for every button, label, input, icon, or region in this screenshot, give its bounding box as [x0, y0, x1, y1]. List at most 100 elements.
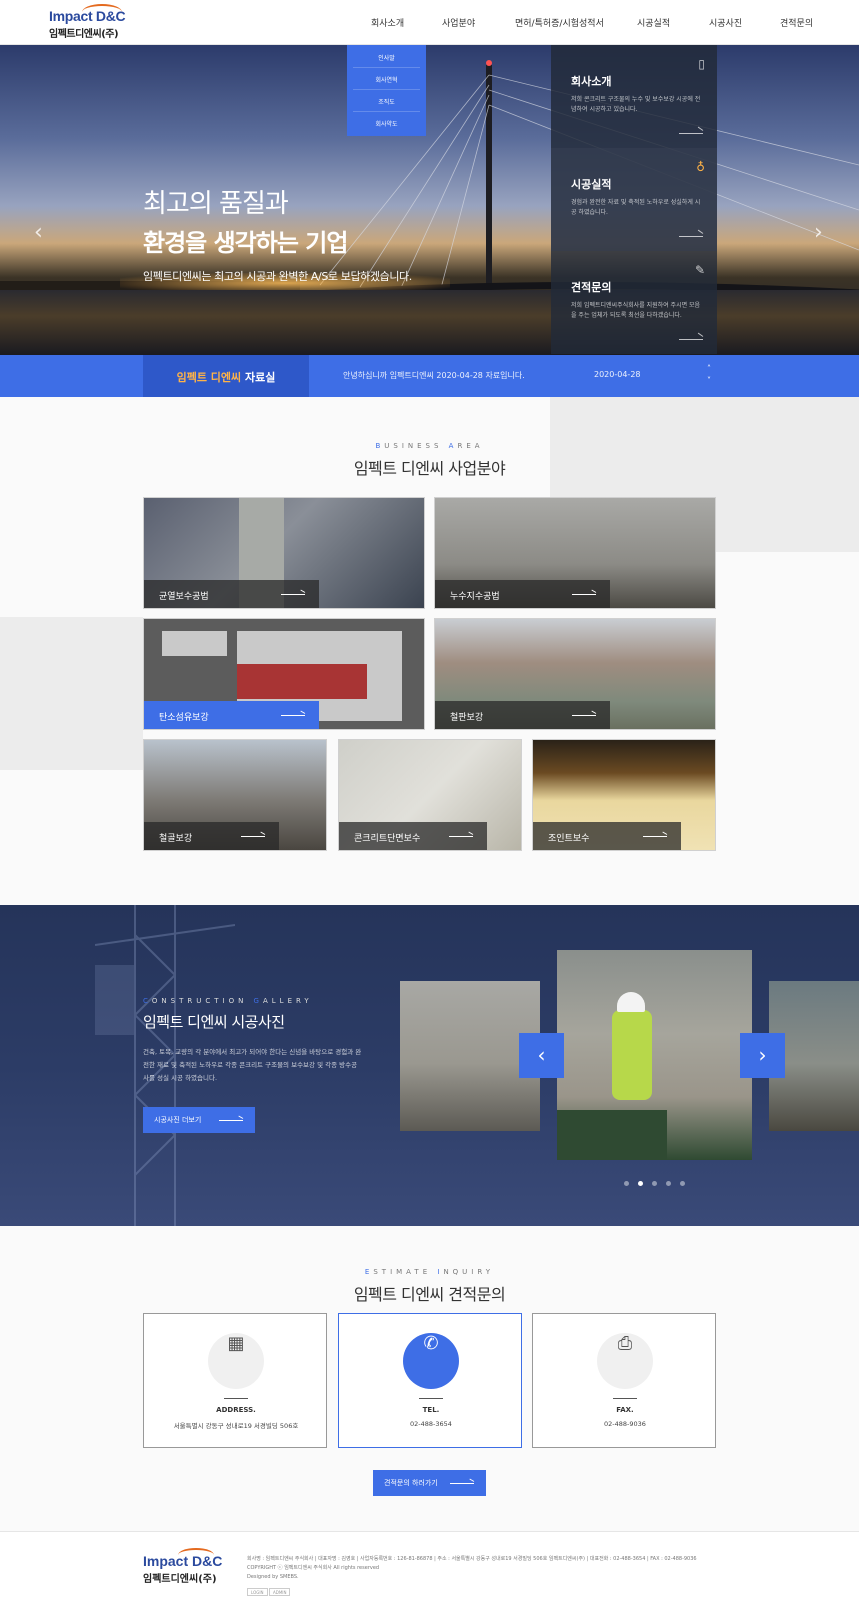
arrow-right-icon: [679, 339, 703, 340]
tile-carbon-fiber[interactable]: 탄소섬유보강: [143, 618, 425, 730]
card-label: FAX.: [616, 1406, 634, 1414]
notice-text[interactable]: 안녕하십니까 임펙트디엔씨 2020-04-28 자료입니다.: [343, 370, 525, 381]
tile-label: 탄소섬유보강: [144, 701, 319, 729]
login-link[interactable]: LOGIN: [247, 1588, 268, 1596]
tile-label: 균열보수공법: [144, 580, 319, 608]
hero-title-line1: 최고의 품질과: [143, 189, 289, 219]
nav-estimate[interactable]: 견적문의: [780, 16, 813, 29]
gallery-dot[interactable]: [624, 1181, 629, 1186]
tile-label: 콘크리트단면보수: [339, 822, 487, 850]
panel-desc: 저희 콘크리트 구조물의 누수 및 보수보강 시공에 전념하여 시공하고 있습니…: [571, 96, 701, 113]
gallery-dot[interactable]: [652, 1181, 657, 1186]
tile-text: 탄소섬유보강: [159, 713, 209, 723]
worker-helmet: [617, 992, 645, 1012]
arrow-right-icon: [572, 715, 596, 716]
footer-logo-korean: 임펙트디엔씨(주): [143, 1574, 217, 1585]
tile-text: 균열보수공법: [159, 592, 209, 602]
gallery-description: 건축, 토목, 교량의 각 분야에서 최고가 되어야 한다는 신념을 바탕으로 …: [143, 1048, 362, 1082]
gallery-next-arrow-icon[interactable]: ›: [740, 1033, 785, 1078]
tile-diagram-block: [162, 631, 227, 656]
panel-performance[interactable]: ♁ 시공실적 경험과 완전한 자료 및 축적된 노하우로 성실하게 시공 하였습…: [551, 148, 717, 251]
tile-label: 조인트보수: [533, 822, 681, 850]
gallery-dot-active[interactable]: [638, 1181, 643, 1186]
nav-license[interactable]: 면허/특허증/시험성적서: [515, 16, 604, 29]
gallery-eyebrow: CONSTRUCTION GALLERY: [143, 997, 313, 1005]
gallery-dot[interactable]: [666, 1181, 671, 1186]
logo-korean[interactable]: 임펙트디엔씨(주): [49, 25, 119, 40]
panel-title: 시공실적: [571, 178, 612, 191]
submenu-map[interactable]: 회사약도: [347, 119, 426, 128]
footer-copyright: COPYRIGHT ⓒ 임펙트디엔씨 주식회사 All rights reser…: [247, 1565, 380, 1571]
chevron-up-icon[interactable]: ˄: [707, 363, 711, 375]
fax-icon: ⎙: [597, 1333, 653, 1389]
section-title: 임펙트 디엔씨 사업분야: [353, 459, 506, 478]
notice-label[interactable]: 임펙트 디엔씨 자료실: [143, 369, 309, 385]
tile-text: 콘크리트단면보수: [354, 834, 421, 844]
gallery-prev-arrow-icon[interactable]: ‹: [519, 1033, 564, 1078]
hero-prev-arrow-icon[interactable]: ‹: [34, 220, 43, 245]
arrow-right-icon: [572, 594, 596, 595]
fax-card: ⎙ FAX. 02-488-9036: [532, 1313, 716, 1448]
tile-leak-repair[interactable]: 누수지수공법: [434, 497, 716, 609]
company-submenu: 인사말 회사연혁 조직도 회사약도: [347, 45, 426, 136]
card-divider: [419, 1398, 443, 1399]
site-header: Impact D&C 임펙트디엔씨(주) 회사소개 사업분야 면허/특허증/시험…: [0, 0, 859, 45]
tile-joint-repair[interactable]: 조인트보수: [532, 739, 716, 851]
footer-logo: Impact D&C: [143, 1553, 223, 1569]
arrow-right-icon: [219, 1120, 243, 1121]
chevron-down-icon[interactable]: ˅: [707, 375, 711, 387]
tile-steel-frame[interactable]: 철골보강: [143, 739, 327, 851]
estimate-button-label: 견적문의 하러가기: [384, 1479, 438, 1487]
footer-info: 회사명 : 임펙트디엔씨 주식회사 | 대표자명 : 김영호 | 사업자등록번호…: [247, 1555, 767, 1582]
arrow-right-icon: [241, 836, 265, 837]
panel-estimate[interactable]: ✎ 견적문의 저희 임펙트디엔씨주식회사를 지원하여 주시면 모음을 주는 업체…: [551, 251, 717, 354]
admin-link[interactable]: ADMIN: [269, 1588, 291, 1596]
gallery-more-label: 시공사진 더보기: [154, 1116, 202, 1124]
hero-slider: 최고의 품질과 환경을 생각하는 기업 임펙트디엔씨는 최고의 시공과 완벽한 …: [0, 45, 859, 355]
nav-company[interactable]: 회사소개: [371, 16, 404, 29]
tel-card[interactable]: ✆ TEL. 02-488-3654: [338, 1313, 522, 1448]
panel-company[interactable]: ▯ 회사소개 저희 콘크리트 구조물의 누수 및 보수보강 시공에 전념하여 시…: [551, 45, 717, 148]
tile-text: 철판보강: [450, 713, 484, 723]
worker-vest: [612, 1010, 652, 1100]
tile-steel-plate[interactable]: 철판보강: [434, 618, 716, 730]
footer-company-info: 회사명 : 임펙트디엔씨 주식회사 | 대표자명 : 김영호 | 사업자등록번호…: [247, 1556, 697, 1562]
estimate-button[interactable]: 견적문의 하러가기: [373, 1470, 486, 1496]
panel-desc: 저희 임펙트디엔씨주식회사를 지원하여 주시면 모음을 주는 업체가 되도록 최…: [571, 302, 701, 319]
gallery-dot[interactable]: [680, 1181, 685, 1186]
notice-label-box: 임펙트 디엔씨 자료실: [143, 355, 309, 397]
tile-section-repair[interactable]: 콘크리트단면보수: [338, 739, 522, 851]
hero-next-arrow-icon[interactable]: ›: [814, 220, 823, 245]
arrow-right-icon: [679, 133, 703, 134]
notice-label-highlight: 임펙트 디엔씨: [176, 371, 242, 384]
card-label: TEL.: [422, 1406, 440, 1414]
nav-photos[interactable]: 시공사진: [709, 16, 742, 29]
nav-performance[interactable]: 시공실적: [637, 16, 670, 29]
panel-desc: 경험과 완전한 자료 및 축적된 노하우로 성실하게 시공 하였습니다.: [571, 199, 701, 216]
pencil-icon: ✎: [694, 263, 705, 277]
gallery-slide-active[interactable]: [557, 950, 752, 1160]
tile-crack-repair[interactable]: 균열보수공법: [143, 497, 425, 609]
arrow-right-icon: [281, 715, 305, 716]
tile-text: 누수지수공법: [450, 592, 500, 602]
nav-business[interactable]: 사업분야: [442, 16, 475, 29]
gallery-section: CONSTRUCTION GALLERY 임펙트 디엔씨 시공사진 건축, 토목…: [0, 905, 859, 1226]
bulb-icon: ♁: [696, 160, 705, 174]
estimate-section: ESTIMATE INQUIRY 임펙트 디엔씨 견적문의 ▦ ADDRESS.…: [0, 1226, 859, 1531]
logo[interactable]: Impact D&C: [49, 8, 126, 24]
gallery-more-button[interactable]: 시공사진 더보기: [143, 1107, 255, 1133]
notice-bar: 임펙트 디엔씨 자료실 안녕하십니까 임펙트디엔씨 2020-04-28 자료입…: [0, 355, 859, 397]
tile-text: 철골보강: [159, 834, 193, 844]
notice-label-rest: 자료실: [241, 371, 276, 384]
notice-controls: ˄ ˅: [707, 363, 711, 387]
site-footer: Impact D&C 임펙트디엔씨(주) 회사명 : 임펙트디엔씨 주식회사 |…: [0, 1531, 859, 1612]
notice-date: 2020-04-28: [594, 370, 641, 379]
panel-title: 견적문의: [571, 281, 612, 294]
submenu-history[interactable]: 회사연혁: [347, 75, 426, 84]
address-card: ▦ ADDRESS. 서울특별시 강동구 성내로19 서경빌딩 506호: [143, 1313, 327, 1448]
submenu-greeting[interactable]: 인사말: [347, 53, 426, 62]
card-value: 서울특별시 강동구 성내로19 서경빌딩 506호: [173, 1422, 299, 1430]
section-eyebrow: BUSINESS AREA: [375, 442, 484, 450]
submenu-organization[interactable]: 조직도: [347, 97, 426, 106]
card-divider: [224, 1398, 248, 1399]
